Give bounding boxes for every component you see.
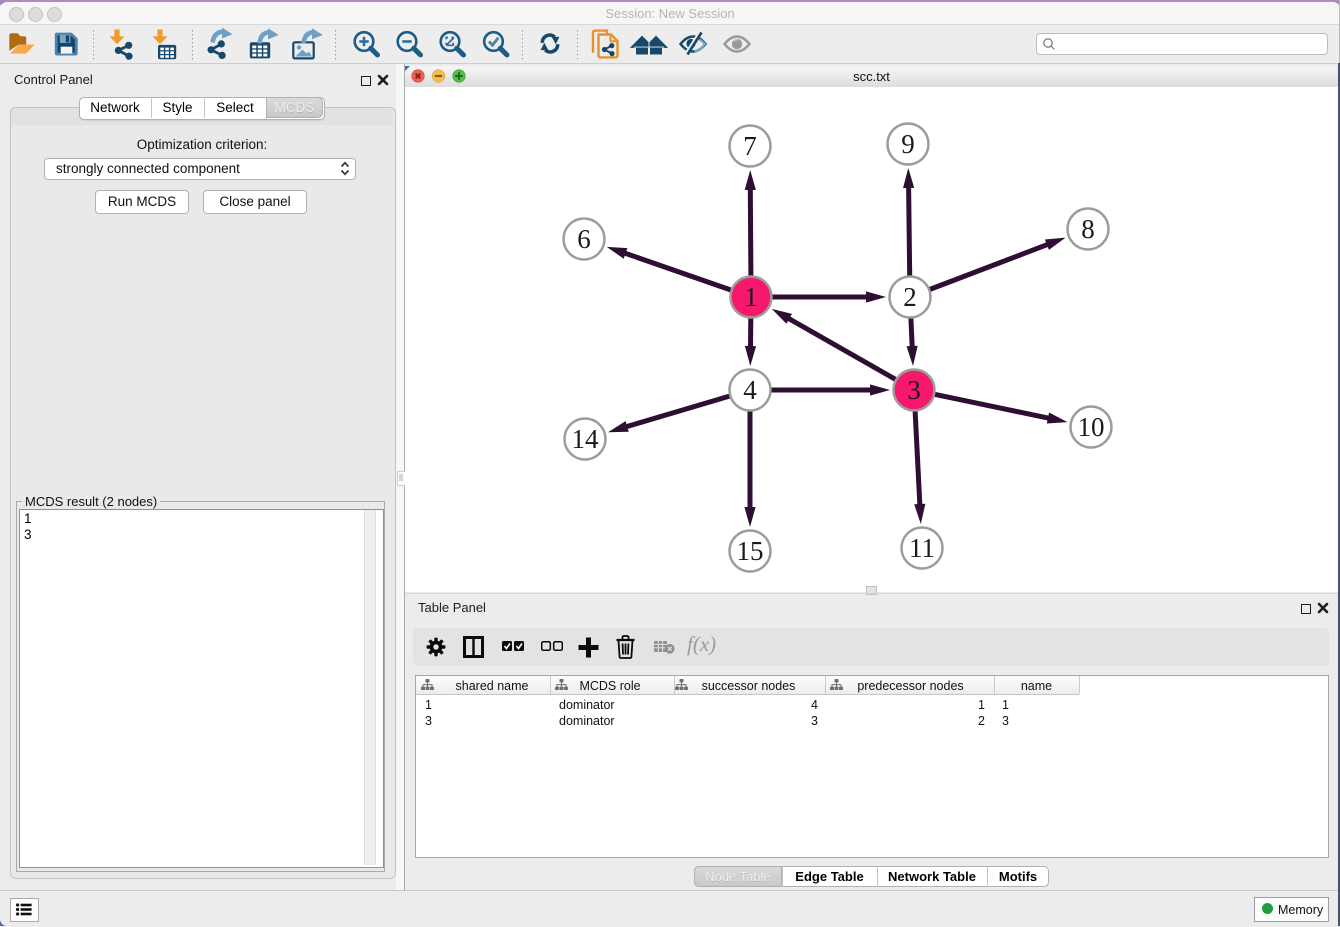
svg-text:10: 10	[1078, 412, 1105, 442]
svg-text:1: 1	[744, 282, 758, 312]
svg-text:3: 3	[907, 375, 921, 405]
svg-text:11: 11	[909, 533, 935, 563]
svg-text:7: 7	[743, 131, 757, 161]
svg-text:9: 9	[901, 129, 915, 159]
svg-text:2: 2	[903, 282, 917, 312]
svg-text:8: 8	[1081, 214, 1095, 244]
svg-text:15: 15	[737, 536, 764, 566]
svg-text:14: 14	[572, 424, 600, 454]
svg-text:6: 6	[577, 224, 591, 254]
svg-text:4: 4	[743, 375, 757, 405]
